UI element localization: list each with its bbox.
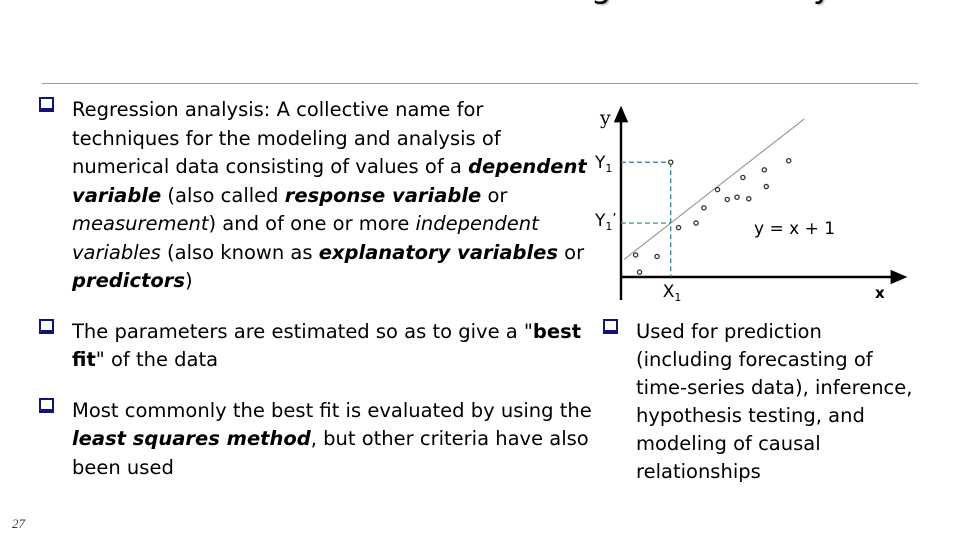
left-content-column: Regression analysis: A collective name f… — [36, 96, 596, 482]
bullet-square-icon — [603, 319, 618, 334]
bullet-best-fit-text: The parameters are estimated so as to gi… — [72, 319, 582, 372]
scatter-point — [745, 195, 752, 202]
y-axis-label: y — [599, 107, 611, 129]
bullet-regression-definition: Regression analysis: A collective name f… — [36, 96, 596, 296]
scatter-point — [761, 167, 768, 173]
bullet-used-for-prediction-text: Used for prediction (including forecasti… — [636, 320, 913, 483]
regression-chart-svg: y x Y1 Y1’ X1 y = x + 1 — [594, 105, 908, 304]
bullet-used-for-prediction: Used for prediction (including forecasti… — [600, 318, 920, 486]
scatter-point — [763, 183, 770, 190]
scatter-point — [734, 194, 740, 200]
bullet-least-squares: Most commonly the best fit is evaluated … — [36, 397, 596, 483]
equation-annotation: y = x + 1 — [754, 219, 835, 239]
scatter-point — [785, 157, 792, 164]
bullet-square-icon — [39, 397, 54, 413]
page-number: 27 — [12, 516, 25, 531]
x-axis-label: x — [875, 284, 885, 302]
bullet-square-icon — [39, 318, 54, 334]
scatter-point — [667, 159, 674, 165]
scatter-point — [654, 253, 660, 260]
scatter-point — [701, 205, 707, 211]
scatter-point — [693, 220, 699, 226]
scatter-point — [675, 224, 682, 231]
bullet-best-fit: The parameters are estimated so as to gi… — [36, 318, 596, 375]
scatter-point — [636, 269, 643, 275]
scatter-point — [740, 174, 746, 181]
bullet-least-squares-text: Most commonly the best fit is evaluated … — [72, 398, 592, 479]
regression-scatter-chart: y x Y1 Y1’ X1 y = x + 1 — [590, 100, 950, 315]
slide-title: Parametric Data Reduction: Regression An… — [40, 0, 920, 6]
scatter-point — [714, 186, 721, 193]
bullet-regression-definition-text: Regression analysis: A collective name f… — [72, 98, 587, 292]
guide-label-y1: Y1 — [594, 153, 612, 175]
bullet-square-icon — [39, 97, 54, 112]
guide-label-y1-prime: Y1’ — [594, 211, 617, 233]
guide-label-x1: X1 — [663, 282, 682, 304]
scatter-point — [632, 252, 639, 258]
title-divider — [42, 83, 918, 84]
scatter-point — [724, 196, 731, 203]
right-content-column: Used for prediction (including forecasti… — [600, 318, 920, 486]
